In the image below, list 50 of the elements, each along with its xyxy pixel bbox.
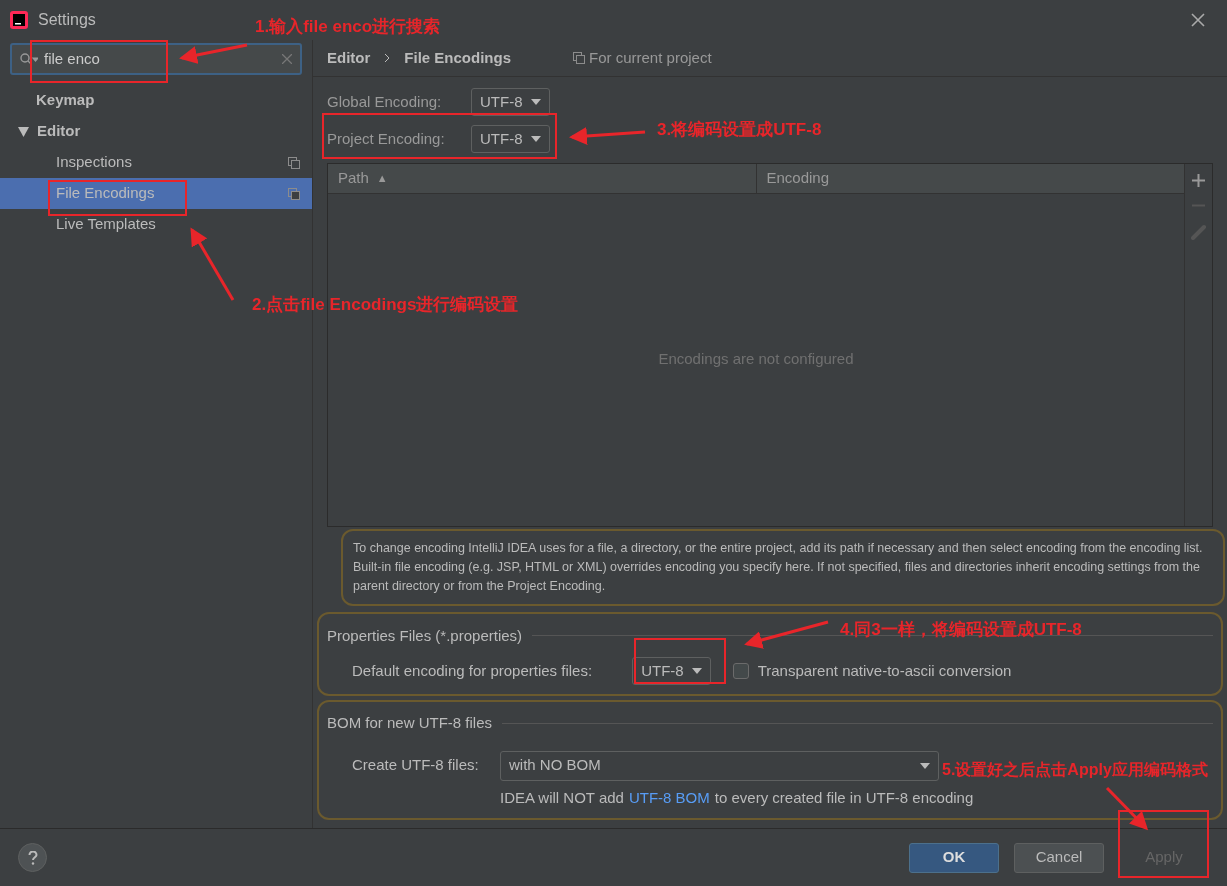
section-title: Properties Files (*.properties)	[327, 625, 523, 646]
caret-icon	[530, 136, 541, 143]
annotation-arrow	[179, 43, 248, 64]
help-icon	[27, 850, 38, 865]
column-header[interactable]: Encoding	[756, 163, 1184, 193]
caret-icon	[530, 99, 541, 106]
search-field[interactable]: file enco	[10, 43, 302, 75]
encoding-dropdown[interactable]: UTF-8	[632, 657, 711, 686]
breadcrumb-item[interactable]: Editor	[327, 46, 371, 70]
sidebar-item[interactable]: Keymap	[0, 85, 312, 116]
expand-arrow-icon[interactable]	[18, 126, 29, 137]
annotation-arrow	[1105, 786, 1149, 831]
copy-icon	[573, 51, 586, 64]
checkbox-label: Transparent native-to-ascii conversion	[757, 660, 1012, 681]
sidebar-item[interactable]: Inspections	[0, 147, 312, 178]
dialog-button[interactable]: Cancel	[1014, 842, 1104, 873]
field-label: Create UTF-8 files:	[352, 755, 480, 776]
sidebar-item[interactable]: Live Templates	[0, 209, 312, 240]
search-icon	[20, 53, 38, 65]
field-label: Project Encoding:	[327, 128, 446, 149]
column-header[interactable]: Path ▲	[328, 163, 757, 193]
sidebar-item[interactable]: Editor	[0, 116, 312, 147]
add-icon[interactable]	[1192, 173, 1205, 187]
bom-dropdown[interactable]: with NO BOM	[500, 750, 939, 781]
annotation-text: 4.同3一样，将编码设置成UTF-8	[840, 619, 1082, 641]
help-button[interactable]	[18, 843, 47, 872]
encoding-dropdown[interactable]: UTF-8	[471, 88, 550, 117]
encoding-dropdown[interactable]: UTF-8	[471, 125, 550, 154]
annotation-text: 5.设置好之后点击Apply应用编码格式	[942, 760, 1208, 780]
clear-icon[interactable]	[282, 54, 292, 64]
app-logo-icon	[10, 11, 28, 29]
field-label: Default encoding for properties files:	[352, 660, 593, 681]
field-label: Global Encoding:	[327, 91, 443, 112]
window-title: Settings	[38, 10, 96, 30]
note-text: IDEA will NOT add	[500, 787, 624, 808]
close-icon[interactable]	[1191, 13, 1205, 27]
primary-button[interactable]: OK	[909, 842, 999, 873]
bom-link[interactable]: UTF-8 BOM	[628, 786, 710, 809]
annotation-text: 1.输入file enco进行搜索	[255, 16, 441, 38]
chevron-icon	[384, 52, 391, 63]
annotation-text: 2.点击file Encodings进行编码设置	[252, 294, 519, 316]
scope-label: For current project	[589, 47, 712, 68]
note-text: to every created file in UTF-8 encoding	[714, 787, 974, 808]
info-text: To change encoding IntelliJ IDEA uses for a file, a directory, or the entire project, add its path if necessary and then select encoding from the encoding list. Built-in file encoding (e.g. JSP, HTML or XML) overrides encoding you specify here. If not specified, files and directories inherit encoding settings from the parent directory or from the Project Encoding.	[341, 528, 1225, 606]
section-title: BOM for new UTF-8 files	[327, 713, 493, 733]
caret-icon	[691, 668, 702, 675]
breadcrumb-item: File Encodings	[404, 47, 512, 68]
annotation-text: 3.将编码设置成UTF-8	[657, 119, 822, 141]
checkbox[interactable]	[732, 663, 749, 680]
caret-icon	[920, 762, 930, 769]
